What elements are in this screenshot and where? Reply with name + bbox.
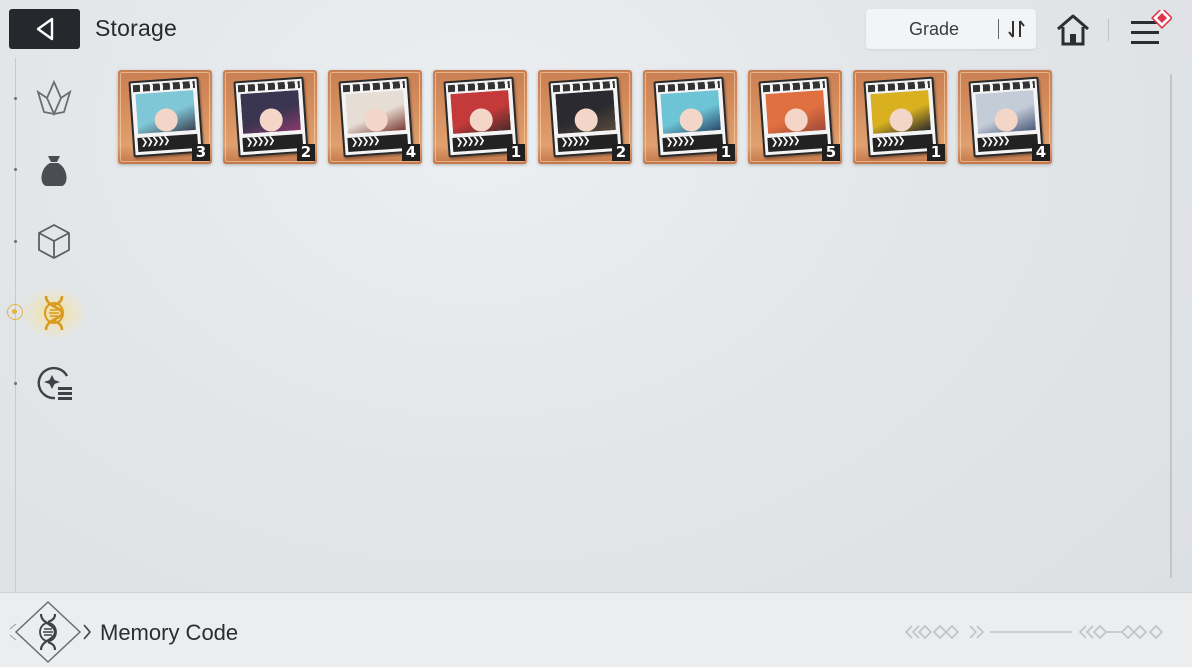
character-portrait <box>240 90 301 134</box>
header-separator <box>1108 19 1109 41</box>
sort-divider <box>998 19 999 39</box>
character-portrait <box>660 90 721 134</box>
sidebar-item-codex[interactable] <box>30 359 78 407</box>
item-count: 4 <box>402 144 420 161</box>
rail-dot <box>14 240 17 243</box>
cube-icon <box>38 224 70 259</box>
tile-footer: ❯❯❯❯❯ <box>767 133 829 153</box>
character-portrait <box>450 90 511 134</box>
tile-footer: ❯❯❯❯❯ <box>872 133 934 153</box>
tile-footer: ❯❯❯❯❯ <box>242 133 304 153</box>
sidebar-item-bag[interactable] <box>30 146 78 194</box>
item-count: 5 <box>822 144 840 161</box>
notification-badge-icon <box>1150 10 1172 30</box>
item-card[interactable]: ❯❯❯❯❯ 4 <box>958 70 1052 164</box>
item-count: 2 <box>612 144 630 161</box>
crystal-icon <box>36 79 72 117</box>
tile-footer: ❯❯❯❯❯ <box>452 133 514 153</box>
item-card[interactable]: ❯❯❯❯❯ 5 <box>748 70 842 164</box>
sidebar-item-crystal[interactable] <box>30 74 78 122</box>
selected-indicator <box>7 304 23 320</box>
character-portrait <box>765 90 826 134</box>
sort-label: Grade <box>908 19 960 39</box>
page-title: Storage <box>95 15 177 41</box>
sidebar-item-box[interactable] <box>30 217 78 265</box>
item-count: 3 <box>192 144 210 161</box>
item-count: 1 <box>507 144 525 161</box>
item-card[interactable]: ❯❯❯❯❯ 1 <box>433 70 527 164</box>
item-card[interactable]: ❯❯❯❯❯ 2 <box>223 70 317 164</box>
memory-code-badge-icon <box>10 600 82 664</box>
home-icon[interactable] <box>1055 12 1091 48</box>
menu-icon[interactable] <box>1128 10 1172 48</box>
back-button[interactable] <box>9 9 80 49</box>
category-label: Memory Code <box>100 620 239 645</box>
sidebar-rail <box>15 58 16 592</box>
tile-footer: ❯❯❯❯❯ <box>977 133 1039 153</box>
item-count: 1 <box>927 144 945 161</box>
item-count: 1 <box>717 144 735 161</box>
rail-dot <box>14 382 17 385</box>
character-portrait <box>555 90 616 134</box>
item-card[interactable]: ❯❯❯❯❯ 3 <box>118 70 212 164</box>
scrollbar[interactable] <box>1170 74 1172 578</box>
item-card[interactable]: ❯❯❯❯❯ 1 <box>853 70 947 164</box>
sort-dropdown[interactable]: Grade <box>866 9 1036 49</box>
item-card[interactable]: ❯❯❯❯❯ 4 <box>328 70 422 164</box>
record-list-icon <box>37 366 72 400</box>
back-arrow-icon <box>36 17 53 41</box>
character-portrait <box>135 90 196 134</box>
item-count: 4 <box>1032 144 1050 161</box>
item-count: 2 <box>297 144 315 161</box>
item-card[interactable]: ❯❯❯❯❯ 1 <box>643 70 737 164</box>
dna-icon <box>44 295 64 331</box>
rail-dot <box>14 97 17 100</box>
sort-order-icon[interactable] <box>1005 17 1029 41</box>
character-portrait <box>345 90 406 134</box>
rail-dot <box>14 168 17 171</box>
item-card[interactable]: ❯❯❯❯❯ 2 <box>538 70 632 164</box>
tile-footer: ❯❯❯❯❯ <box>137 133 199 153</box>
sidebar-item-memory-code[interactable] <box>30 289 78 337</box>
tile-footer: ❯❯❯❯❯ <box>557 133 619 153</box>
chevron-right-icon <box>83 624 92 640</box>
pouch-icon <box>41 156 67 186</box>
character-portrait <box>975 90 1036 134</box>
tile-footer: ❯❯❯❯❯ <box>662 133 724 153</box>
character-portrait <box>870 90 931 134</box>
item-grid: ❯❯❯❯❯ 3 ❯❯❯❯❯ 2 ❯❯❯❯❯ 4 ❯❯❯❯❯ 1 ❯❯❯❯❯ 2 ❯❯❯❯❯ 1 ❯❯❯❯… <box>118 70 1052 164</box>
tile-footer: ❯❯❯❯❯ <box>347 133 409 153</box>
decorative-pattern-icon <box>904 624 1164 640</box>
